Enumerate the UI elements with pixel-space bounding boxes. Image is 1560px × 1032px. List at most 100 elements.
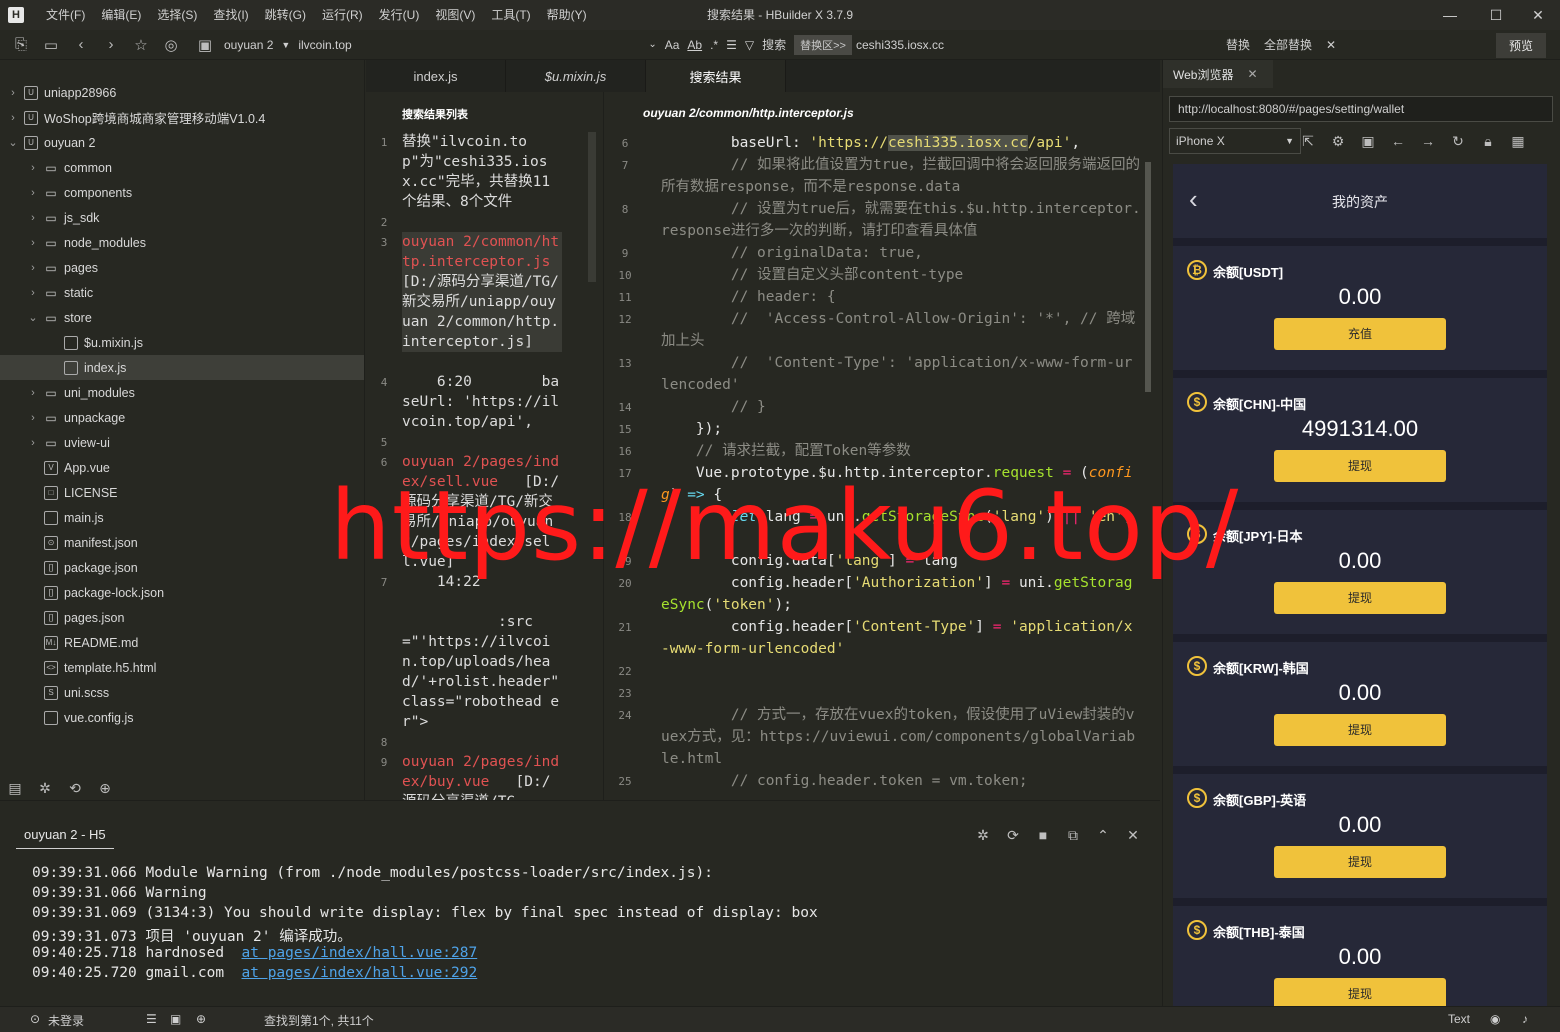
menu-item[interactable]: 编辑(E) [93, 0, 149, 30]
code-line[interactable]: 16 // 请求拦截，配置Token等参数 [605, 440, 1145, 462]
match-case-toggle[interactable]: Aa [661, 38, 684, 52]
code-line[interactable]: 23 [605, 682, 1145, 700]
tree-item[interactable]: › ▭ uview-ui [0, 430, 364, 455]
expand-chevron-icon[interactable]: › [26, 187, 40, 199]
url-input[interactable]: http://localhost:8080/#/pages/setting/wa… [1169, 96, 1553, 122]
open-window-icon[interactable]: ⧉ [1058, 827, 1088, 844]
tree-item[interactable]: › ▭ uni_modules [0, 380, 364, 405]
expand-chevron-icon[interactable]: › [26, 287, 40, 299]
search-history-chevron-icon[interactable]: ⌄ [644, 39, 660, 50]
code-line[interactable]: 13 // 'Content-Type': 'application/x-www… [605, 352, 1145, 396]
code-line[interactable]: 24 // 方式一，存放在vuex的token，假设使用了uView封装的vue… [605, 704, 1145, 770]
editor-tab[interactable]: 搜索结果 [646, 60, 786, 92]
replace-area-toggle[interactable]: 替换区>> [794, 34, 852, 55]
code-line[interactable]: 25 // config.header.token = vm.token; [605, 770, 1145, 792]
devtools-icon[interactable]: ▣ [1357, 130, 1379, 152]
code-line[interactable]: 21 config.header['Content-Type'] = 'appl… [605, 616, 1145, 660]
search-result-line[interactable]: 6 ouyuan 2/pages/index/sell.vue [D:/源码分享渠… [366, 452, 603, 572]
project-dropdown-icon[interactable]: ▼ [277, 40, 294, 50]
browser-forward-icon[interactable]: → [1417, 130, 1439, 152]
qr-code-icon[interactable]: ▦ [1507, 130, 1529, 152]
menu-item[interactable]: 查找(I) [205, 0, 256, 30]
expand-chevron-icon[interactable]: › [6, 112, 20, 124]
expand-chevron-icon[interactable]: › [6, 87, 20, 99]
code-scrollbar[interactable] [1145, 162, 1151, 392]
regex-toggle-icon[interactable]: .* [706, 38, 722, 52]
list-toggle-icon[interactable]: ☰ [722, 38, 741, 52]
minimize-icon[interactable]: — [1430, 0, 1470, 30]
tree-item[interactable]: › ▭ js_sdk [0, 205, 364, 230]
code-line[interactable]: 9 // originalData: true, [605, 242, 1145, 264]
terminal-icon[interactable]: ▣ [170, 1012, 181, 1026]
tree-item[interactable]: › U WoShop跨境商城商家管理移动端V1.0.4 [0, 105, 364, 130]
search-result-line[interactable]: 3 ouyuan 2/common/http.interceptor.js [D:… [366, 232, 603, 352]
search-button[interactable]: 搜索 [758, 36, 790, 53]
replace-input[interactable]: ceshi335.iosx.cc [852, 38, 1222, 52]
bell-icon[interactable]: ♪ [1522, 1012, 1528, 1026]
search-result-line[interactable]: :src="'https://ilvcoin.top/uploads/head/… [366, 612, 603, 732]
search-result-line[interactable]: 7 14:22 [366, 572, 603, 592]
editor-tab[interactable]: $u.mixin.js [506, 60, 646, 92]
code-line[interactable]: 10 // 设置自定义头部content-type [605, 264, 1145, 286]
close-window-icon[interactable]: ✕ [1518, 0, 1558, 30]
source-control-icon[interactable]: ⟲ [60, 780, 90, 797]
whole-word-toggle[interactable]: Ab [683, 38, 706, 52]
code-line[interactable]: 19 config.data['lang'] = lang [605, 550, 1145, 572]
clear-console-icon[interactable]: ✕ [1118, 827, 1148, 844]
search-result-line[interactable]: 2 [366, 212, 603, 229]
tree-item[interactable]: › ▭ node_modules [0, 230, 364, 255]
stop-icon[interactable]: ■ [1028, 827, 1058, 844]
tree-item[interactable]: <> template.h5.html [0, 655, 364, 680]
browser-back-icon[interactable]: ← [1387, 130, 1409, 152]
code-line[interactable]: 12 // 'Access-Control-Allow-Origin': '*'… [605, 308, 1145, 352]
tree-item[interactable]: › ▭ unpackage [0, 405, 364, 430]
search-result-line[interactable]: 5 [366, 432, 603, 449]
replace-all-button[interactable]: 全部替换 [1260, 36, 1316, 53]
expand-chevron-icon[interactable]: › [26, 237, 40, 249]
asset-action-button[interactable]: 提现 [1274, 714, 1446, 746]
code-line[interactable]: 18 let lang = uni.getStorageSync('lang')… [605, 506, 1145, 528]
debug-bug-icon[interactable]: ✲ [968, 827, 998, 844]
console-source-link[interactable]: at pages/index/hall.vue:292 [242, 965, 478, 981]
search-result-line[interactable]: 1 替换"ilvcoin.top"为"ceshi335.iosx.cc"完毕，共替… [366, 132, 603, 212]
tree-item[interactable]: $u.mixin.js [0, 330, 364, 355]
search-result-line[interactable]: 8 [366, 732, 603, 749]
login-status[interactable]: 未登录 [48, 1012, 84, 1029]
debug-icon[interactable]: ✲ [30, 780, 60, 797]
globe-icon[interactable]: ⊕ [196, 1012, 206, 1026]
tree-item[interactable]: ⊙ manifest.json [0, 530, 364, 555]
list-icon[interactable]: ☰ [146, 1012, 157, 1026]
collapse-up-icon[interactable]: ⌃ [1088, 827, 1118, 844]
star-icon[interactable]: ☆ [126, 30, 156, 60]
expand-chevron-icon[interactable]: › [26, 412, 40, 424]
menu-item[interactable]: 帮助(Y) [539, 0, 595, 30]
save-icon[interactable]: ▭ [36, 30, 66, 60]
code-line[interactable]: 7 // 如果将此值设置为true，拦截回调中将会返回服务端返回的所有数据res… [605, 154, 1145, 198]
tree-item[interactable]: M↓ README.md [0, 630, 364, 655]
code-line[interactable]: 15 }); [605, 418, 1145, 440]
project-selector[interactable]: ouyuan 2 [220, 38, 277, 52]
tree-item[interactable]: ⌄ Uouyuan 2 [0, 130, 364, 155]
tree-item[interactable]: index.js [0, 355, 364, 380]
search-input[interactable]: ilvcoin.top [294, 38, 644, 52]
user-icon[interactable]: ⊙ [30, 1012, 40, 1026]
plugin-icon[interactable]: ⊕ [90, 780, 120, 797]
menu-item[interactable]: 选择(S) [149, 0, 205, 30]
asset-action-button[interactable]: 提现 [1274, 978, 1446, 1006]
tree-item[interactable]: [] pages.json [0, 605, 364, 630]
expand-chevron-icon[interactable]: › [26, 212, 40, 224]
device-select[interactable]: iPhone X ▼ [1169, 128, 1301, 154]
preview-button[interactable]: 预览 [1496, 33, 1546, 58]
tree-item[interactable]: Suni.scss [0, 680, 364, 705]
maximize-icon[interactable]: ☐ [1476, 0, 1516, 30]
menu-item[interactable]: 视图(V) [427, 0, 483, 30]
expand-chevron-icon[interactable]: › [26, 262, 40, 274]
lock-icon[interactable]: 🔒︎ [1477, 130, 1499, 152]
menu-item[interactable]: 运行(R) [314, 0, 371, 30]
search-result-line[interactable]: 4 6:20 baseUrl: 'https://ilvcoin.top/api… [366, 372, 603, 432]
tree-item[interactable]: › ▭ components [0, 180, 364, 205]
menu-item[interactable]: 工具(T) [483, 0, 538, 30]
editor-tab[interactable]: index.js [366, 60, 506, 92]
code-line[interactable]: 20 config.header['Authorization'] = uni.… [605, 572, 1145, 616]
close-search-icon[interactable]: ✕ [1322, 38, 1340, 52]
